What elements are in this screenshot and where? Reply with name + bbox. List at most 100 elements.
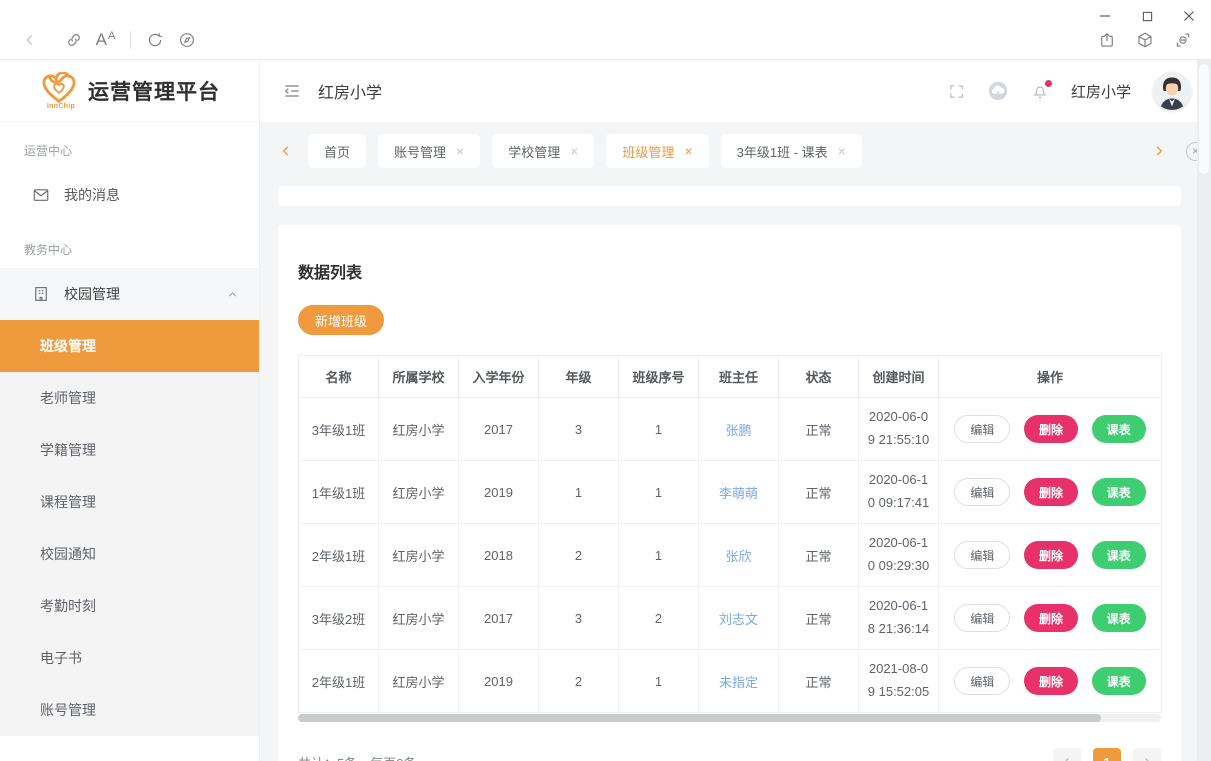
content-area: 数据列表 新增班级 名称 所属学校 入学年份 年级 班级序号 班主任 (260, 180, 1211, 761)
col-class-no: 班级序号 (619, 356, 699, 398)
sidebar-item-ebook[interactable]: 电子书 (0, 632, 259, 684)
schedule-button[interactable]: 课表 (1092, 604, 1146, 632)
brand-name: InnChip (40, 103, 82, 110)
table-row: 2年级1班 红房小学 2019 2 1 未指定 正常 2021-08-09 15… (299, 650, 1162, 713)
notification-badge (1044, 79, 1053, 88)
horizontal-scrollbar-thumb[interactable] (298, 714, 1101, 722)
vertical-scrollbar-thumb[interactable] (1199, 64, 1209, 174)
sidebar-item-my-messages[interactable]: 我的消息 (0, 169, 259, 221)
add-class-button[interactable]: 新增班级 (298, 305, 384, 335)
cell-status: 正常 (779, 587, 859, 650)
sidebar-item-attendance-time[interactable]: 考勤时刻 (0, 580, 259, 632)
sidebar-item-course-management[interactable]: 课程管理 (0, 476, 259, 528)
back-icon[interactable] (14, 24, 46, 56)
package-icon[interactable] (1129, 24, 1161, 56)
mail-icon (32, 186, 50, 204)
table-row: 3年级2班 红房小学 2017 3 2 刘志文 正常 2020-06-18 21… (299, 587, 1162, 650)
tab-close-icon[interactable]: × (456, 143, 464, 159)
section-title: 数据列表 (298, 259, 1161, 283)
col-school: 所属学校 (379, 356, 459, 398)
delete-button[interactable]: 删除 (1024, 604, 1078, 632)
teacher-link[interactable]: 张欣 (725, 549, 751, 564)
cloud-upload-icon[interactable] (987, 80, 1009, 102)
tab-close-icon[interactable]: × (684, 143, 692, 159)
tab-class-schedule[interactable]: 3年级1班 - 课表× (721, 134, 862, 168)
cell-status: 正常 (779, 398, 859, 461)
edit-button[interactable]: 编辑 (954, 415, 1010, 443)
col-grade: 年级 (539, 356, 619, 398)
avatar[interactable] (1153, 72, 1191, 110)
minimize-icon[interactable] (1091, 6, 1119, 26)
maximize-icon[interactable] (1133, 6, 1161, 26)
app-title: 运营管理平台 (88, 76, 220, 106)
delete-button[interactable]: 删除 (1024, 415, 1078, 443)
schedule-button[interactable]: 课表 (1092, 667, 1146, 695)
edit-button[interactable]: 编辑 (954, 541, 1010, 569)
schedule-button[interactable]: 课表 (1092, 478, 1146, 506)
edit-button[interactable]: 编辑 (954, 478, 1010, 506)
teacher-link[interactable]: 刘志文 (719, 612, 758, 627)
cell-year: 2019 (459, 461, 539, 524)
teacher-link[interactable]: 未指定 (719, 675, 758, 690)
pagination-next-icon[interactable] (1133, 748, 1161, 761)
bell-icon[interactable] (1031, 82, 1049, 101)
sidebar-item-class-management[interactable]: 班级管理 (0, 320, 259, 372)
teacher-link[interactable]: 李萌萌 (719, 486, 758, 501)
tabs-scroll-right-icon[interactable] (1147, 144, 1171, 158)
cell-class-no: 1 (619, 461, 699, 524)
brand-logo-icon: InnChip (40, 72, 82, 110)
schedule-button[interactable]: 课表 (1092, 541, 1146, 569)
edit-button[interactable]: 编辑 (954, 667, 1010, 695)
cell-school: 红房小学 (379, 461, 459, 524)
cell-created: 2020-06-10 09:29:30 (859, 524, 939, 587)
tab-class-management[interactable]: 班级管理× (606, 134, 708, 168)
delete-button[interactable]: 删除 (1024, 541, 1078, 569)
edit-button[interactable]: 编辑 (954, 604, 1010, 632)
sidebar-item-student-management[interactable]: 学籍管理 (0, 424, 259, 476)
fullscreen-icon[interactable] (948, 83, 965, 100)
refresh-icon[interactable] (139, 24, 171, 56)
sidebar-item-campus-notice[interactable]: 校园通知 (0, 528, 259, 580)
tab-account-management[interactable]: 账号管理× (378, 134, 480, 168)
cell-status: 正常 (779, 524, 859, 587)
cell-class-no: 1 (619, 398, 699, 461)
link-icon[interactable] (58, 24, 90, 56)
sidebar-item-campus-management[interactable]: 校园管理 (0, 268, 259, 320)
cell-status: 正常 (779, 650, 859, 713)
cell-name: 1年级1班 (299, 461, 379, 524)
sidebar-item-teacher-management[interactable]: 老师管理 (0, 372, 259, 424)
class-table: 名称 所属学校 入学年份 年级 班级序号 班主任 状态 创建时间 操作 (298, 355, 1162, 713)
share-icon[interactable] (1091, 24, 1123, 56)
cell-class-no: 1 (619, 524, 699, 587)
table-summary: 共计：5条，每页8条 (298, 753, 416, 761)
compass-icon[interactable] (171, 24, 203, 56)
tab-home[interactable]: 首页 (308, 134, 366, 168)
delete-button[interactable]: 删除 (1024, 478, 1078, 506)
chevron-up-icon (226, 288, 239, 301)
cell-year: 2017 (459, 398, 539, 461)
cell-school: 红房小学 (379, 398, 459, 461)
menu-fold-icon[interactable] (282, 81, 302, 101)
col-actions: 操作 (939, 356, 1162, 398)
cell-name: 3年级1班 (299, 398, 379, 461)
tab-school-management[interactable]: 学校管理× (492, 134, 594, 168)
horizontal-scrollbar[interactable] (298, 714, 1161, 722)
cell-created: 2020-06-10 09:17:41 (859, 461, 939, 524)
col-status: 状态 (779, 356, 859, 398)
table-row: 3年级1班 红房小学 2017 3 1 张鹏 正常 2020-06-09 21:… (299, 398, 1162, 461)
pagination-prev-icon[interactable] (1053, 748, 1081, 761)
close-icon[interactable] (1175, 6, 1203, 26)
vertical-scrollbar[interactable] (1197, 60, 1211, 761)
delete-button[interactable]: 删除 (1024, 667, 1078, 695)
pagination-page-1[interactable]: 1 (1093, 748, 1121, 761)
tabs-scroll-left-icon[interactable] (274, 144, 298, 158)
sidebar-item-account-management[interactable]: 账号管理 (0, 684, 259, 736)
cell-name: 2年级1班 (299, 650, 379, 713)
font-size-icon[interactable]: AA (90, 24, 122, 56)
sidebar: InnChip 运营管理平台 运营中心 我的消息 教务中心 校园管理 班级管理 … (0, 60, 260, 761)
schedule-button[interactable]: 课表 (1092, 415, 1146, 443)
teacher-link[interactable]: 张鹏 (725, 423, 751, 438)
contact-icon[interactable] (1167, 24, 1199, 56)
tab-close-icon[interactable]: × (570, 143, 578, 159)
tab-close-icon[interactable]: × (838, 143, 846, 159)
